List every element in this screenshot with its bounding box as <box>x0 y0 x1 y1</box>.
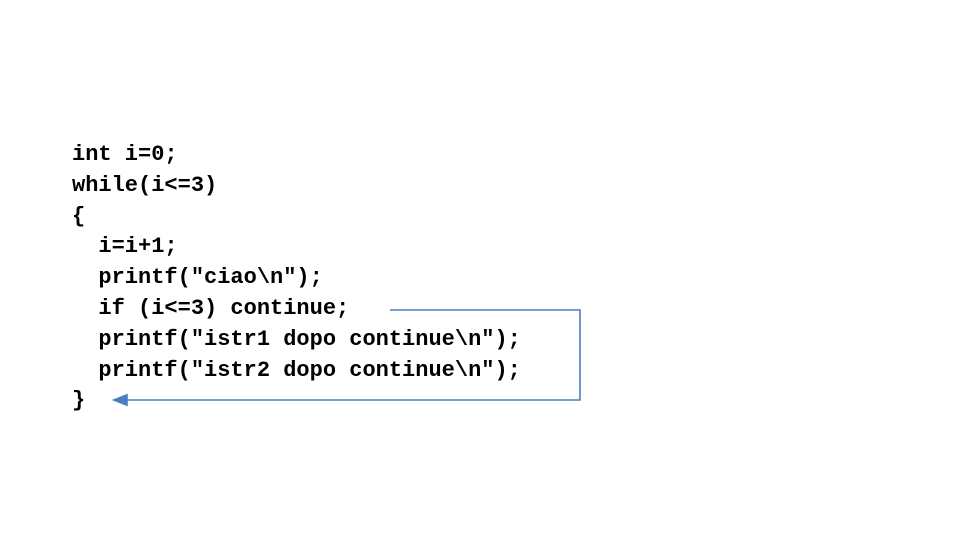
code-line: printf("ciao\n"); <box>72 265 323 290</box>
code-line: int i=0; <box>72 142 178 167</box>
code-line: i=i+1; <box>72 234 178 259</box>
code-line: printf("istr1 dopo continue\n"); <box>72 327 521 352</box>
code-line: if (i<=3) continue; <box>72 296 349 321</box>
code-block: int i=0; while(i<=3) { i=i+1; printf("ci… <box>72 140 521 417</box>
code-line: } <box>72 388 85 413</box>
code-line: { <box>72 204 85 229</box>
code-line: printf("istr2 dopo continue\n"); <box>72 358 521 383</box>
code-line: while(i<=3) <box>72 173 217 198</box>
